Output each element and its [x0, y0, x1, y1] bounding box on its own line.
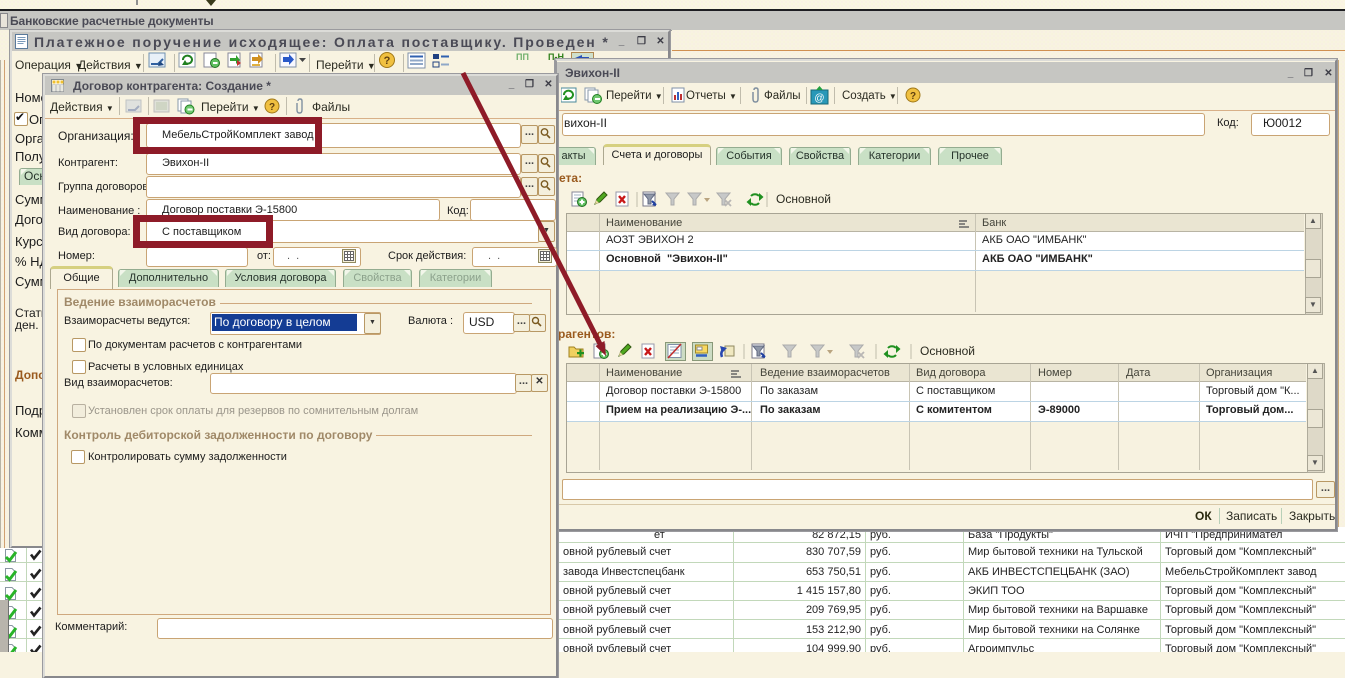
svg-text:?: ?	[269, 102, 275, 113]
svg-text:ПП: ПП	[516, 52, 529, 62]
svg-text:@: @	[814, 93, 824, 104]
svg-text:?: ?	[384, 55, 391, 67]
svg-text:?: ?	[910, 91, 916, 102]
